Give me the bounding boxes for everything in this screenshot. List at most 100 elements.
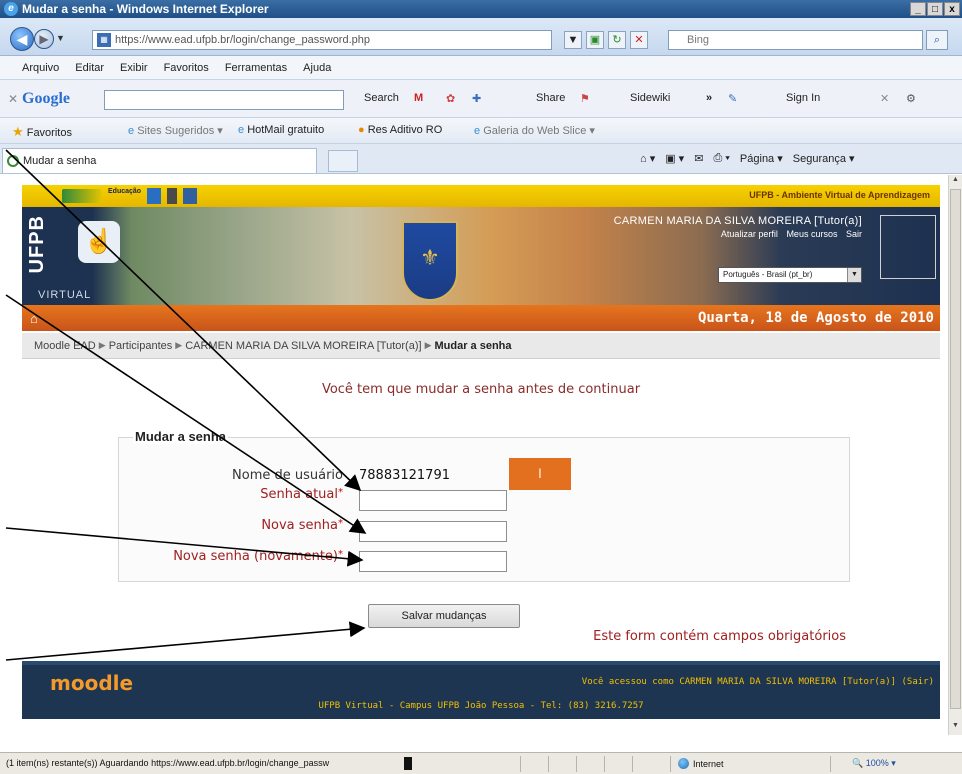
language-select[interactable]: Português - Brasil (pt_br) ▼ xyxy=(718,267,862,283)
progress-indicator xyxy=(404,757,412,770)
user-picture[interactable] xyxy=(880,215,936,279)
logout-link[interactable]: Sair xyxy=(846,229,862,239)
new-password-label-text: Nova senha xyxy=(261,518,338,533)
menu-bar: Arquivo Editar Exibir Favoritos Ferramen… xyxy=(0,56,962,80)
url-field[interactable]: ▦ https://www.ead.ufpb.br/login/change_p… xyxy=(92,30,552,50)
wrench-icon[interactable]: ✎ xyxy=(728,92,737,105)
print-icon[interactable]: ⎙ ▾ xyxy=(713,152,729,165)
breadcrumb-participantes[interactable]: Participantes xyxy=(109,340,173,352)
url-dropdown-icon[interactable]: ▼ xyxy=(564,31,582,49)
window-title: Mudar a senha - Windows Internet Explore… xyxy=(22,2,269,16)
site-subtitle: UFPB - Ambiente Virtual de Aprendizagem xyxy=(749,190,930,200)
home-icon[interactable]: ⌂ xyxy=(30,311,38,326)
menu-ferramentas[interactable]: Ferramentas xyxy=(225,62,287,74)
zoom-level[interactable]: 🔍 100% ▾ xyxy=(852,758,896,769)
history-dropdown-icon[interactable]: ▼ xyxy=(56,33,65,43)
status-divider xyxy=(670,756,671,772)
status-bar: (1 item(ns) restante(s)) Aguardando http… xyxy=(0,752,962,774)
home-icon[interactable]: ⌂ ▾ xyxy=(640,152,655,165)
moodle-logo[interactable]: moodle xyxy=(50,671,133,695)
scroll-up-icon[interactable]: ▲ xyxy=(950,176,961,188)
sidewiki-button[interactable]: Sidewiki xyxy=(630,92,670,104)
breadcrumb-moodle-ead[interactable]: Moodle EAD xyxy=(34,340,96,352)
puzzle-icon[interactable]: ✚ xyxy=(472,92,481,105)
required-icon: * xyxy=(338,518,343,529)
fav-res-aditivo[interactable]: ● Res Aditivo RO xyxy=(358,124,442,136)
google-toolbar: ✕ Google Search M ✿ ✚ Share ⚑ Sidewiki »… xyxy=(0,80,962,118)
globe-icon xyxy=(678,758,689,769)
user-name: CARMEN MARIA DA SILVA MOREIRA [Tutor(a)] xyxy=(613,215,862,227)
ie-page-icon: e xyxy=(474,125,481,137)
google-search-input[interactable] xyxy=(104,90,344,110)
settings-icon[interactable]: ⚙ xyxy=(906,92,916,105)
new-password-again-input[interactable] xyxy=(359,551,507,572)
vertical-scrollbar[interactable]: ▲ ▼ xyxy=(948,175,962,735)
share-button[interactable]: Share xyxy=(536,92,565,104)
bookmark-icon[interactable]: ✿ xyxy=(446,92,455,105)
favorites-button[interactable]: ★ Favoritos xyxy=(12,124,72,140)
new-password-again-label: Nova senha (novamente)* xyxy=(173,549,343,564)
minimize-button[interactable]: _ xyxy=(910,2,926,16)
flag-logo xyxy=(62,189,102,203)
security-zone[interactable]: Internet xyxy=(678,758,724,769)
forward-button[interactable]: ▶ xyxy=(34,29,54,49)
fav-label: HotMail gratuito xyxy=(247,124,325,136)
menu-exibir[interactable]: Exibir xyxy=(120,62,148,74)
date-bar: ⌂ Quarta, 18 de Agosto de 2010 xyxy=(22,305,940,331)
current-password-label: Senha atual* xyxy=(260,487,343,502)
menu-ajuda[interactable]: Ajuda xyxy=(303,62,331,74)
campus-info: UFPB Virtual - Campus UFPB João Pessoa -… xyxy=(318,701,644,711)
educacao-logo: Educação xyxy=(108,188,142,195)
maximize-button[interactable]: □ xyxy=(927,2,943,16)
user-info: CARMEN MARIA DA SILVA MOREIRA [Tutor(a)]… xyxy=(614,215,862,239)
tab-mudar-senha[interactable]: Mudar a senha xyxy=(2,148,317,173)
password-notice: Você tem que mudar a senha antes de cont… xyxy=(321,382,641,397)
gmail-icon[interactable]: M xyxy=(414,92,423,104)
stop-icon[interactable]: ✕ xyxy=(630,31,648,49)
menu-editar[interactable]: Editar xyxy=(75,62,104,74)
fav-galeria[interactable]: e Galeria do Web Slice ▾ xyxy=(474,124,595,137)
more-tools-button[interactable]: » xyxy=(706,92,712,104)
menu-favoritos[interactable]: Favoritos xyxy=(164,62,209,74)
new-password-input[interactable] xyxy=(359,521,507,542)
menu-arquivo[interactable]: Arquivo xyxy=(22,62,59,74)
close-google-icon[interactable]: ✕ xyxy=(880,92,889,105)
sign-in-button[interactable]: Sign In xyxy=(786,92,820,104)
status-text: (1 item(ns) restante(s)) Aguardando http… xyxy=(6,758,330,768)
current-password-input[interactable] xyxy=(359,490,507,511)
address-bar: ◀ ▶ ▼ ▦ https://www.ead.ufpb.br/login/ch… xyxy=(0,18,962,56)
url-text: https://www.ead.ufpb.br/login/change_pas… xyxy=(115,34,370,46)
virtual-label: VIRTUAL xyxy=(38,289,92,301)
my-courses-link[interactable]: Meus cursos xyxy=(786,229,837,239)
fav-hotmail[interactable]: e HotMail gratuito xyxy=(238,124,324,136)
close-button[interactable]: x xyxy=(944,2,960,16)
username-label: Nome de usuário xyxy=(232,468,343,483)
mail-icon[interactable]: ✉ xyxy=(694,152,703,165)
google-search-button[interactable]: Search xyxy=(364,92,399,104)
feeds-icon[interactable]: ▣ ▾ xyxy=(665,152,684,165)
search-input[interactable]: Bing xyxy=(668,30,923,50)
translate-icon[interactable]: ⚑ xyxy=(580,92,590,105)
search-icon[interactable]: ⌕ xyxy=(926,30,948,50)
back-button[interactable]: ◀ xyxy=(10,27,34,51)
username-value: 78883121791 xyxy=(359,468,450,483)
scroll-down-icon[interactable]: ▼ xyxy=(950,722,961,734)
site-footer: moodle Você acessou como CARMEN MARIA DA… xyxy=(22,661,940,719)
favorites-bar: ★ Favoritos e Sites Sugeridos ▾ e HotMai… xyxy=(0,118,962,144)
refresh-icon[interactable]: ↻ xyxy=(608,31,626,49)
text-cursor-box: I xyxy=(509,458,571,490)
update-profile-link[interactable]: Atualizar perfil xyxy=(721,229,778,239)
current-password-label-text: Senha atual xyxy=(260,487,338,502)
scrollbar-thumb[interactable] xyxy=(950,189,961,709)
required-icon: * xyxy=(338,487,343,498)
new-tab-button[interactable] xyxy=(328,150,358,172)
page-menu[interactable]: Página ▾ xyxy=(740,152,783,165)
fav-sites-sugeridos[interactable]: e Sites Sugeridos ▾ xyxy=(128,124,223,137)
compat-view-icon[interactable]: ▣ xyxy=(586,31,604,49)
close-toolbar-icon[interactable]: ✕ xyxy=(8,92,18,106)
security-menu-label: Segurança xyxy=(792,153,846,165)
breadcrumb-user[interactable]: CARMEN MARIA DA SILVA MOREIRA [Tutor(a)] xyxy=(185,340,421,352)
security-menu[interactable]: Segurança ▾ xyxy=(793,152,855,165)
save-changes-button[interactable]: Salvar mudanças xyxy=(368,604,520,628)
tab-bar: Mudar a senha ⌂ ▾ ▣ ▾ ✉ ⎙ ▾ Página ▾ Seg… xyxy=(0,144,962,174)
